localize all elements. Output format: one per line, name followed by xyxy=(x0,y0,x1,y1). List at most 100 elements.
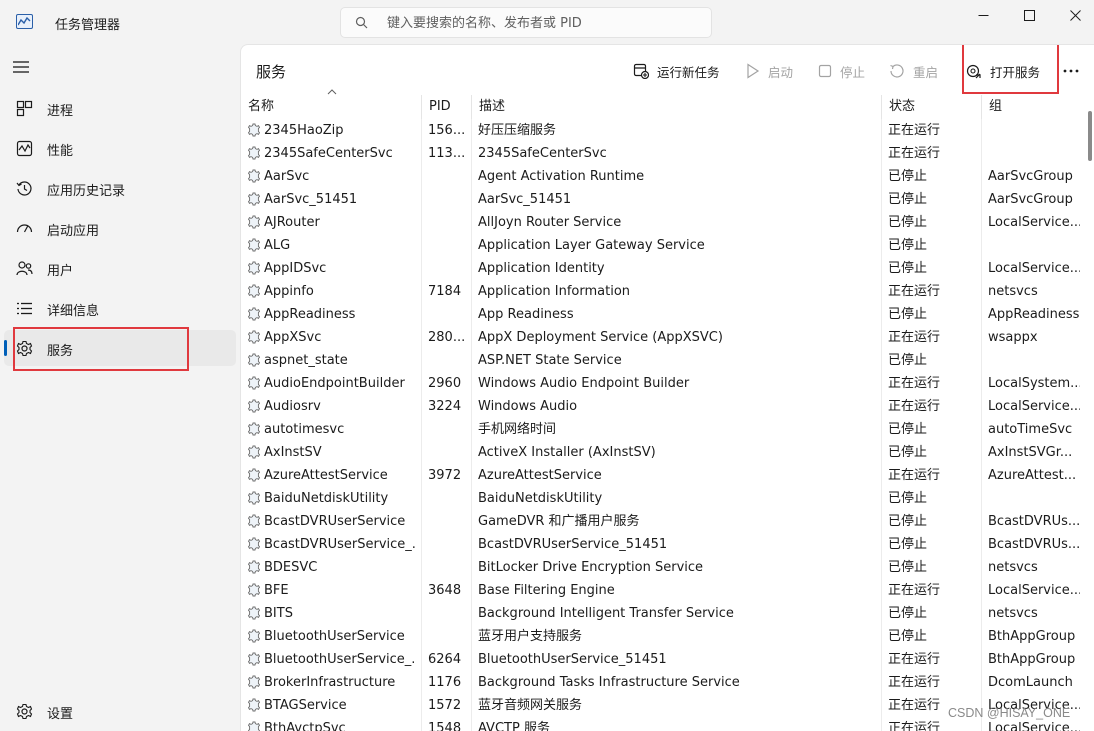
cell-description: BcastDVRUserService_51451 xyxy=(478,537,668,552)
cell-group: LocalSystem... xyxy=(988,376,1080,391)
start-service-button[interactable]: 启动 xyxy=(746,61,793,81)
cell-group xyxy=(988,119,1080,142)
cell-group xyxy=(988,142,1080,165)
cell-description: Base Filtering Engine xyxy=(478,583,615,598)
sidebar-item-label: 用户 xyxy=(47,264,74,279)
table-row[interactable]: autotimesvc 手机网络时间 已停止 autoTimeSvc xyxy=(241,418,1081,441)
table-row[interactable]: 2345HaoZip 156... 好压压缩服务 正在运行 xyxy=(241,119,1081,142)
details-icon xyxy=(17,302,32,315)
table-row[interactable]: BluetoothUserService 蓝牙用户支持服务 已停止 BthAppGro… xyxy=(241,625,1081,648)
table-row[interactable]: BFE 3648 Base Filtering Engine 正在运行 LocalSer… xyxy=(241,579,1081,602)
table-row[interactable]: Appinfo 7184 Application Information 正在运行 ne… xyxy=(241,280,1081,303)
sidebar-item-label: 服务 xyxy=(47,344,74,359)
column-header-name[interactable]: 名称 xyxy=(241,89,421,119)
cell-status: 已停止 xyxy=(888,560,928,575)
table-row[interactable]: BaiduNetdiskUtility BaiduNetdiskUtility 已停… xyxy=(241,487,1081,510)
cell-group: wsappx xyxy=(988,330,1038,345)
table-row[interactable]: BITS Background Intelligent Transfer Serv… xyxy=(241,602,1081,625)
search-box[interactable] xyxy=(340,7,712,38)
restart-service-button[interactable]: 重启 xyxy=(889,61,938,81)
cell-pid: 113... xyxy=(428,146,466,161)
minimize-button[interactable] xyxy=(960,0,1006,30)
service-gear-icon xyxy=(247,123,261,137)
table-row[interactable]: AarSvc_51451 AarSvc_51451 已停止 AarSvcGroup xyxy=(241,188,1081,211)
table-row[interactable]: BDESVC BitLocker Drive Encryption Service… xyxy=(241,556,1081,579)
sidebar-item-processes[interactable]: 进程 xyxy=(4,90,236,126)
table-row[interactable]: BcastDVRUserService GameDVR 和广播用户服务 已停止 Bca… xyxy=(241,510,1081,533)
table-row[interactable]: AarSvc Agent Activation Runtime 已停止 AarSvcG… xyxy=(241,165,1081,188)
cell-status: 已停止 xyxy=(888,307,928,322)
cell-group: AarSvcGroup xyxy=(988,169,1073,184)
cell-pid: 280... xyxy=(428,330,466,345)
cell-pid xyxy=(428,234,468,257)
sidebar-item-label: 进程 xyxy=(47,104,74,119)
search-input[interactable] xyxy=(387,14,697,32)
cell-status: 已停止 xyxy=(888,491,928,506)
table-row[interactable]: aspnet_state ASP.NET State Service 已停止 xyxy=(241,349,1081,372)
cell-status: 已停止 xyxy=(888,514,928,529)
start-label: 启动 xyxy=(768,64,794,80)
cell-name: AJRouter xyxy=(264,215,320,230)
cell-pid xyxy=(428,625,468,648)
more-horizontal-icon xyxy=(1063,69,1079,73)
app-history-icon xyxy=(16,181,32,196)
cell-name: ALG xyxy=(264,238,291,253)
table-row[interactable]: AppReadiness App Readiness 已停止 AppReadiness xyxy=(241,303,1081,326)
table-row[interactable]: Audiosrv 3224 Windows Audio 正在运行 LocalServic… xyxy=(241,395,1081,418)
open-services-button[interactable]: 打开服务 xyxy=(966,61,1040,81)
cell-group: BthAppGroup xyxy=(988,652,1076,667)
column-header-status[interactable]: 状态 xyxy=(881,95,981,119)
table-row[interactable]: AppXSvc 280... AppX Deployment Service (Ap… xyxy=(241,326,1081,349)
maximize-button[interactable] xyxy=(1006,0,1052,30)
run-new-task-button[interactable]: 运行新任务 xyxy=(633,61,720,81)
cell-name: AxInstSV xyxy=(264,445,322,460)
table-row[interactable]: BrokerInfrastructure 1176 Background Tasks… xyxy=(241,671,1081,694)
more-options-button[interactable] xyxy=(1061,61,1085,81)
sidebar-item-performance[interactable]: 性能 xyxy=(4,130,236,166)
cell-group: BcastDVRUs... xyxy=(988,537,1080,552)
close-button[interactable] xyxy=(1052,0,1094,30)
service-gear-icon xyxy=(247,675,261,689)
cell-group: netsvcs xyxy=(988,284,1038,299)
stop-service-button[interactable]: 停止 xyxy=(818,61,865,81)
cell-group: AzureAttest... xyxy=(988,468,1077,483)
table-row[interactable]: 2345SafeCenterSvc 113... 2345SafeCenterSvc… xyxy=(241,142,1081,165)
menu-toggle-button[interactable] xyxy=(12,60,34,78)
cell-pid: 7184 xyxy=(428,284,462,299)
column-header-label: 名称 xyxy=(248,99,275,114)
sidebar-item-services[interactable]: 服务 xyxy=(4,330,236,366)
service-gear-icon xyxy=(247,307,261,321)
vertical-scrollbar[interactable] xyxy=(1088,111,1092,161)
table-row[interactable]: AzureAttestService 3972 AzureAttestService… xyxy=(241,464,1081,487)
table-row[interactable]: ALG Application Layer Gateway Service 已停止 xyxy=(241,234,1081,257)
cell-description: AzureAttestService xyxy=(478,468,602,483)
table-row[interactable]: AJRouter AllJoyn Router Service 已停止 LocalSe… xyxy=(241,211,1081,234)
cell-description: Background Intelligent Transfer Service xyxy=(478,606,734,621)
table-row[interactable]: AxInstSV ActiveX Installer (AxInstSV) 已停止 A… xyxy=(241,441,1081,464)
service-gear-icon xyxy=(247,169,261,183)
cell-pid: 2960 xyxy=(428,376,462,391)
table-row[interactable]: BluetoothUserService_... 6264 BluetoothUse… xyxy=(241,648,1081,671)
cell-status: 正在运行 xyxy=(888,330,941,345)
column-header-group[interactable]: 组 xyxy=(981,95,1087,119)
cell-description: Background Tasks Infrastructure Service xyxy=(478,675,740,690)
table-row[interactable]: AppIDSvc Application Identity 已停止 LocalServ… xyxy=(241,257,1081,280)
service-gear-icon xyxy=(247,445,261,459)
service-gear-icon xyxy=(247,284,261,298)
sidebar-item-settings[interactable]: 设置 xyxy=(4,693,236,729)
table-row[interactable]: BcastDVRUserService_... BcastDVRUserServi… xyxy=(241,533,1081,556)
service-gear-icon xyxy=(247,468,261,482)
sidebar-item-details[interactable]: 详细信息 xyxy=(4,290,236,326)
column-header-description[interactable]: 描述 xyxy=(471,95,881,119)
cell-status: 已停止 xyxy=(888,629,928,644)
cell-status: 正在运行 xyxy=(888,675,941,690)
watermark: CSDN @HISAY_ONE xyxy=(948,706,1071,720)
sidebar-item-startup-apps[interactable]: 启动应用 xyxy=(4,210,236,246)
table-row[interactable]: AudioEndpointBuilder 2960 Windows Audio En… xyxy=(241,372,1081,395)
sidebar-item-app-history[interactable]: 应用历史记录 xyxy=(4,170,236,206)
cell-pid xyxy=(428,510,468,533)
sidebar-item-users[interactable]: 用户 xyxy=(4,250,236,286)
cell-status: 已停止 xyxy=(888,537,928,552)
column-header-pid[interactable]: PID xyxy=(421,95,471,119)
service-gear-icon xyxy=(247,491,261,505)
